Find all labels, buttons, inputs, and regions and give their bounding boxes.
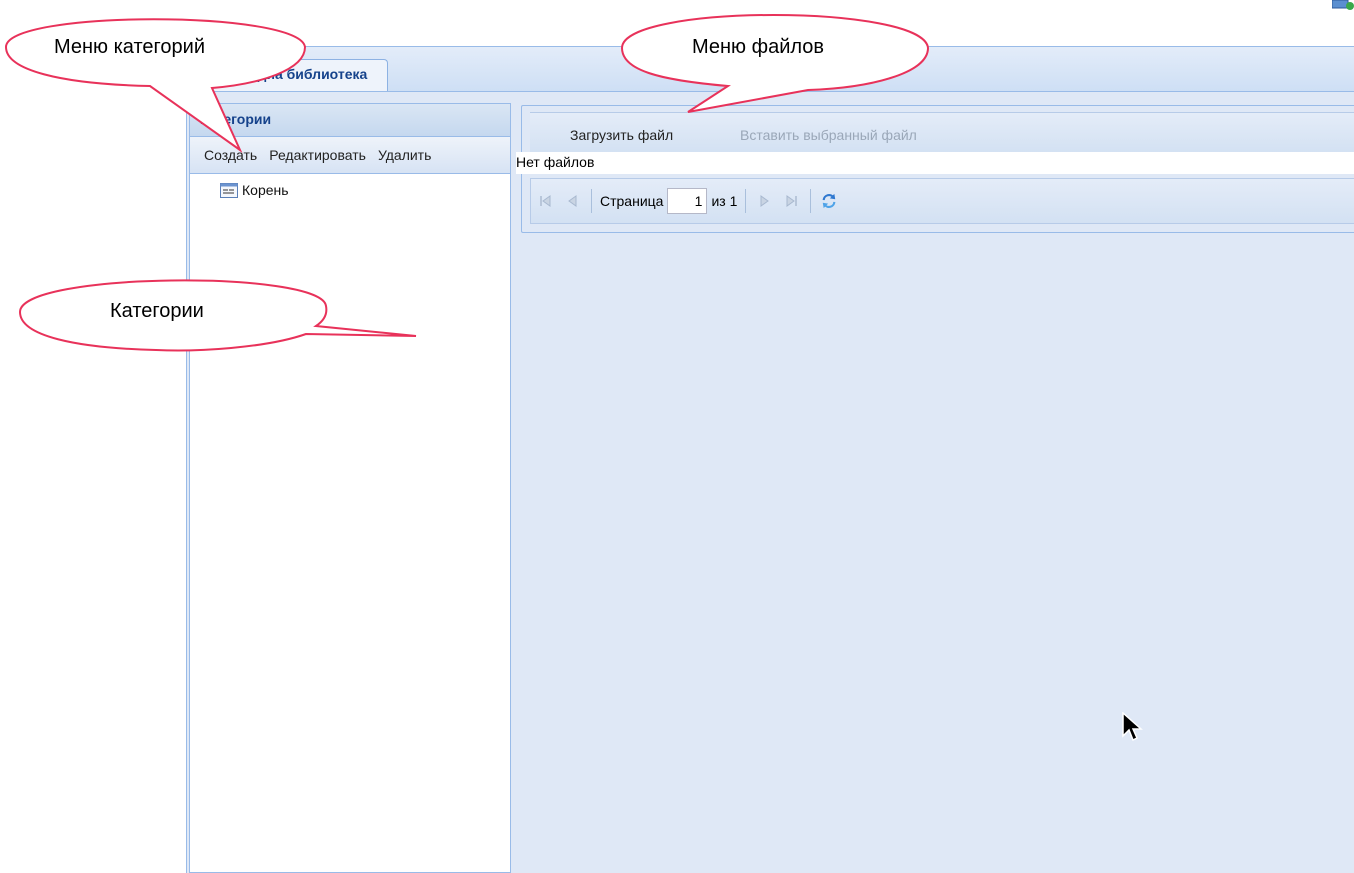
files-toolbar: Загрузить файл Вставить выбранный файл <box>530 112 1354 153</box>
callout-categories-menu <box>4 18 307 153</box>
pager-separator <box>745 189 747 213</box>
files-panel: Загрузить файл Вставить выбранный файл Н… <box>516 105 1354 233</box>
pager-separator <box>591 189 592 213</box>
prev-page-icon[interactable] <box>565 193 581 209</box>
callout-categories <box>18 279 417 352</box>
first-page-icon[interactable] <box>537 193 553 209</box>
categories-tree: Корень <box>190 174 510 198</box>
last-page-icon[interactable] <box>784 193 800 209</box>
tree-node-icon <box>220 182 238 198</box>
files-pager: Страница из 1 <box>530 178 1354 224</box>
status-icon[interactable] <box>1332 0 1354 10</box>
upload-file-button[interactable]: Загрузить файл <box>570 127 673 143</box>
media-library-panel: Медиа библиотека Категории Создать Редак… <box>186 46 1354 873</box>
page-count-label: из 1 <box>711 193 738 209</box>
page-label: Страница <box>600 193 664 209</box>
mouse-cursor-icon <box>1122 712 1143 742</box>
callout-categories-menu-text: Меню категорий <box>54 36 205 58</box>
pager-separator <box>810 189 812 213</box>
refresh-icon[interactable] <box>821 193 837 209</box>
categories-panel: Категории Создать Редактировать Удалить … <box>189 103 511 873</box>
tree-node-label: Корень <box>242 182 289 198</box>
page-number-input[interactable] <box>667 188 708 214</box>
insert-selected-file-button[interactable]: Вставить выбранный файл <box>740 127 917 143</box>
tree-node-root[interactable]: Корень <box>220 182 510 198</box>
delete-category-button[interactable]: Удалить <box>372 147 437 163</box>
callout-categories-text: Категории <box>110 300 204 322</box>
next-page-icon[interactable] <box>756 193 772 209</box>
callout-files-menu-text: Меню файлов <box>692 36 825 58</box>
files-empty-text: Нет файлов <box>516 152 1354 174</box>
